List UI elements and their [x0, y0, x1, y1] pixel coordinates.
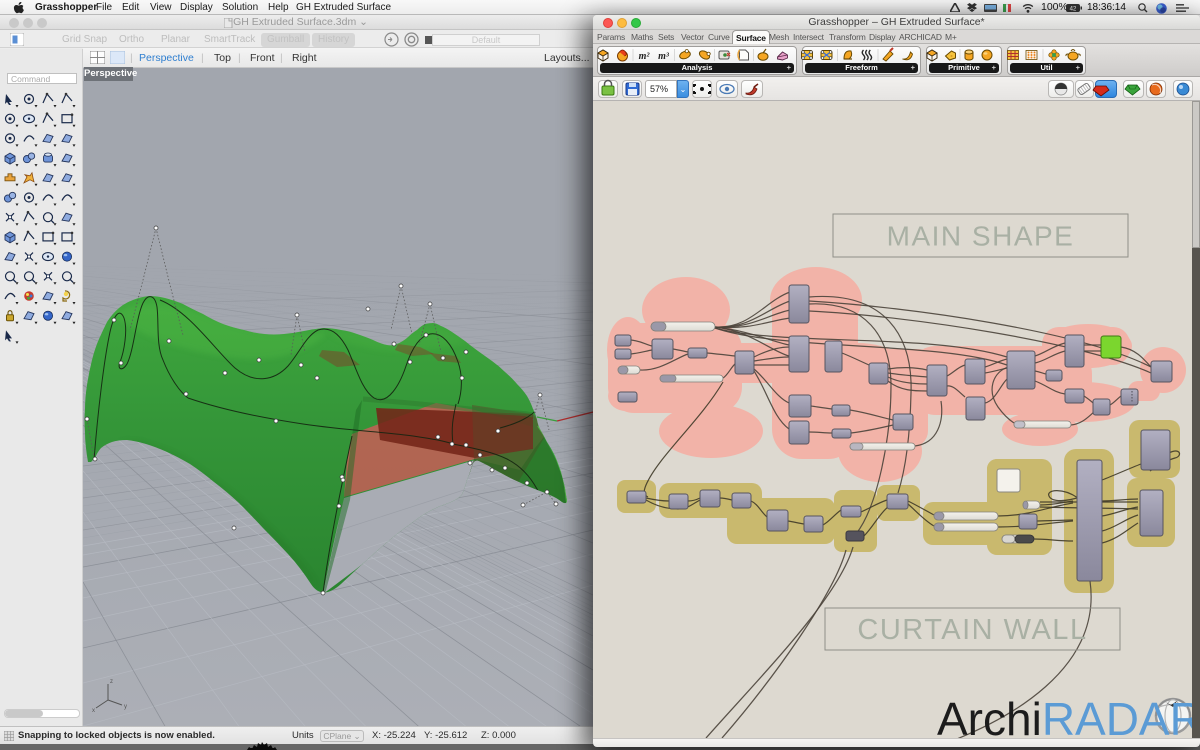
svg-text:42: 42 [1070, 6, 1077, 12]
svg-text:ArchiRADAR: ArchiRADAR [937, 693, 1192, 738]
svg-text:CURTAIN WALL: CURTAIN WALL [857, 614, 1087, 646]
svg-text:z: z [110, 679, 113, 685]
svg-text:m²: m² [639, 51, 651, 62]
svg-text:m³: m³ [658, 51, 670, 62]
svg-text:x: x [92, 708, 95, 714]
svg-text:y: y [124, 704, 127, 710]
svg-text:MAIN SHAPE: MAIN SHAPE [887, 221, 1075, 252]
